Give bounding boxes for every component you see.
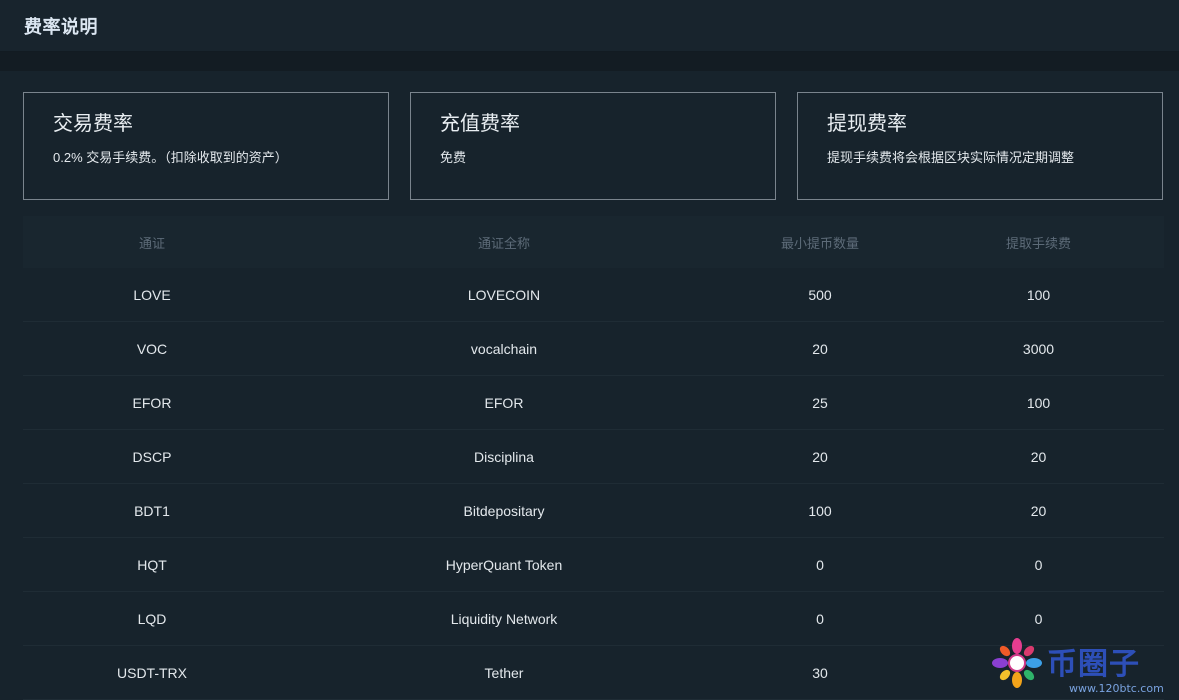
cell-min: 30 <box>812 664 828 681</box>
table-row: BDT1 Bitdepositary 100 20 <box>23 484 1164 538</box>
card-description: 提现手续费将会根据区块实际情况定期调整 <box>827 150 1075 165</box>
table-row: DSCP Disciplina 20 20 <box>23 430 1164 484</box>
cell-min: 500 <box>808 286 832 303</box>
cell-fee: 100 <box>1026 286 1051 303</box>
cell-fee: 3000 <box>1022 340 1055 357</box>
cell-symbol: USDT-TRX <box>117 664 187 681</box>
cell-min: 0 <box>816 610 824 627</box>
cell-symbol: LQD <box>137 610 167 627</box>
cell-symbol: DSCP <box>132 448 172 465</box>
card-description: 免费 <box>440 150 467 165</box>
watermark-text: 币圈子 <box>1047 647 1140 682</box>
table-row: VOC vocalchain 20 3000 <box>23 322 1164 376</box>
withdraw-fee-table: 通证 通证全称 最小提币数量 提取手续费 LOVE LOVECOIN 500 1… <box>23 216 1164 700</box>
table-row: HQT HyperQuant Token 0 0 <box>23 538 1164 592</box>
column-header-min-withdraw: 最小提币数量 <box>780 235 859 251</box>
table-row: EFOR EFOR 25 100 <box>23 376 1164 430</box>
cell-name: Liquidity Network <box>450 610 558 627</box>
cell-symbol: HQT <box>137 556 167 573</box>
card-title: 交易费率 <box>53 113 133 135</box>
cell-symbol: BDT1 <box>134 502 170 519</box>
cell-fee: 20 <box>1030 448 1047 465</box>
card-title: 提现费率 <box>827 113 907 135</box>
cell-min: 0 <box>816 556 824 573</box>
trading-fee-card: 交易费率 0.2% 交易手续费。（扣除收取到的资产） <box>23 92 389 200</box>
cell-name: Disciplina <box>474 448 534 465</box>
cell-name: Tether <box>484 664 524 681</box>
fee-cards: 交易费率 0.2% 交易手续费。（扣除收取到的资产） 充值费率 免费 提现费率 … <box>23 92 1163 200</box>
cell-min: 20 <box>812 448 828 465</box>
cell-symbol: LOVE <box>133 286 171 303</box>
cell-name: Bitdepositary <box>463 502 545 519</box>
cell-symbol: EFOR <box>132 394 172 411</box>
cell-min: 20 <box>812 340 828 357</box>
cell-fee: 100 <box>1026 394 1051 411</box>
cell-fee: 20 <box>1030 502 1047 519</box>
column-header-token-name: 通证全称 <box>477 235 530 251</box>
page-title: 费率说明 <box>24 16 98 37</box>
deposit-fee-card: 充值费率 免费 <box>410 92 776 200</box>
cell-name: vocalchain <box>470 340 538 357</box>
header-divider-band <box>0 52 1179 71</box>
card-title: 充值费率 <box>440 113 520 135</box>
table-row: LOVE LOVECOIN 500 100 <box>23 268 1164 322</box>
cell-name: EFOR <box>484 394 524 411</box>
main-content: 交易费率 0.2% 交易手续费。（扣除收取到的资产） 充值费率 免费 提现费率 … <box>0 71 1179 700</box>
page-header: 费率说明 <box>0 0 1179 52</box>
column-header-token: 通证 <box>138 235 165 251</box>
cell-fee: 0 <box>1034 610 1043 627</box>
site-watermark: 币圈子 www.120btc.com <box>987 637 1177 695</box>
card-description: 0.2% 交易手续费。（扣除收取到的资产） <box>53 150 288 165</box>
cell-name: HyperQuant Token <box>445 556 563 573</box>
cell-min: 25 <box>812 394 828 411</box>
cell-min: 100 <box>808 502 832 519</box>
watermark-url: www.120btc.com <box>1069 682 1164 695</box>
table-header-row: 通证 通证全称 最小提币数量 提取手续费 <box>23 216 1164 268</box>
withdraw-fee-card: 提现费率 提现手续费将会根据区块实际情况定期调整 <box>797 92 1163 200</box>
cell-symbol: VOC <box>136 340 168 357</box>
column-header-withdraw-fee: 提取手续费 <box>1005 235 1071 251</box>
flower-logo-icon <box>992 638 1042 688</box>
cell-name: LOVECOIN <box>467 286 541 303</box>
cell-fee: 0 <box>1034 556 1043 573</box>
